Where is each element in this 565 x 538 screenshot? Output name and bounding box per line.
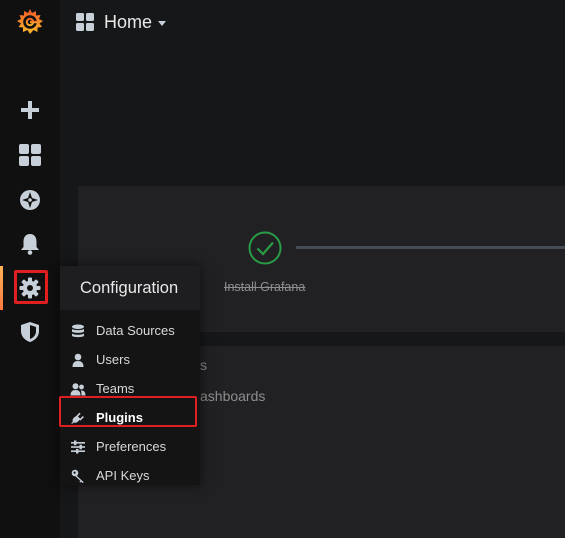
dashboard-title[interactable]: Home [104,12,152,33]
check-circle-icon [248,231,282,265]
panel-text-fragment: s [200,357,207,373]
user-icon [72,353,84,367]
configuration-highlight-box [14,270,48,304]
database-icon [72,324,84,337]
menu-item-label: Users [96,352,130,367]
key-icon [71,469,84,483]
menu-item-data-sources[interactable]: Data Sources [60,316,200,345]
shield-icon [21,322,39,342]
menu-item-label: Preferences [96,439,167,454]
menu-item-label: API Keys [96,468,150,483]
grafana-logo[interactable] [0,0,60,44]
plus-icon [21,101,39,119]
menu-item-api-keys[interactable]: API Keys [60,461,200,490]
grafana-logo-icon [17,9,43,34]
sidebar [0,0,60,538]
bell-icon [21,234,39,255]
alerting-button[interactable] [0,222,60,266]
configuration-menu: Configuration Data Sources Users Teams P… [60,266,200,485]
apps-icon [19,144,41,166]
menu-item-label: Data Sources [96,323,175,338]
top-navbar: Home [60,0,565,44]
step-install-grafana: Install Grafana [224,280,306,294]
panel-text-fragment: ashboards [200,388,266,404]
users-icon [70,382,86,395]
apps-icon [76,13,94,31]
progress-line [296,246,565,249]
plugins-highlight-box [59,396,197,427]
dashboards-button[interactable] [0,133,60,177]
compass-icon [20,190,40,210]
explore-button[interactable] [0,178,60,222]
sliders-icon [71,440,85,453]
menu-title[interactable]: Configuration [60,266,200,310]
create-button[interactable] [0,88,60,132]
caret-down-icon[interactable] [158,20,167,26]
menu-item-users[interactable]: Users [60,345,200,374]
menu-item-preferences[interactable]: Preferences [60,432,200,461]
menu-item-label: Teams [96,381,135,396]
server-admin-button[interactable] [0,310,60,354]
